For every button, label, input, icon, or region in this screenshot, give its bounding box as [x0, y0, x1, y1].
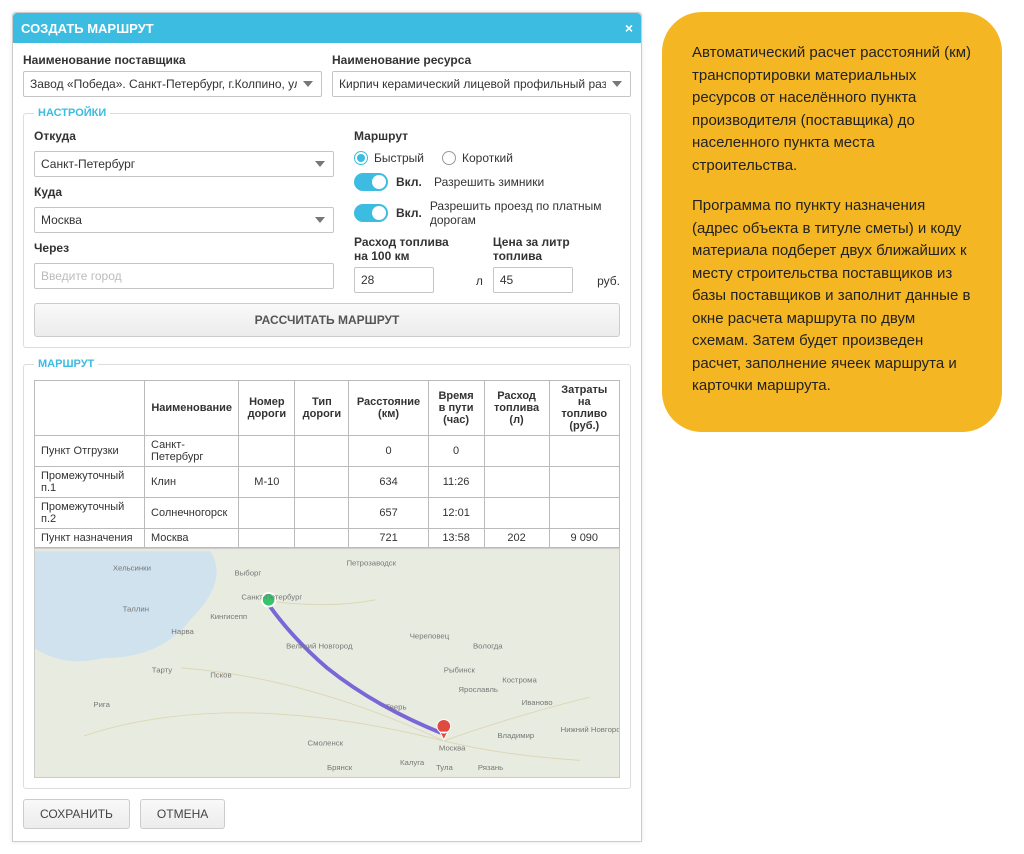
- toggle-winter[interactable]: [354, 173, 388, 191]
- svg-text:Иваново: Иваново: [522, 698, 553, 707]
- create-route-dialog: СОЗДАТЬ МАРШРУТ × Наименование поставщик…: [12, 12, 642, 842]
- svg-text:Великий Новгород: Великий Новгород: [286, 641, 353, 650]
- svg-text:Череповец: Череповец: [410, 632, 450, 641]
- svg-text:Таллин: Таллин: [123, 604, 149, 613]
- toggle-winter-label: Разрешить зимники: [434, 175, 544, 189]
- table-row: Пункт назначения Москва 721 13:58 202 9 …: [35, 529, 620, 548]
- route-legend: МАРШРУТ: [34, 358, 98, 370]
- svg-text:Нарва: Нарва: [171, 627, 194, 636]
- cancel-button[interactable]: ОТМЕНА: [140, 799, 225, 829]
- svg-text:Рига: Рига: [93, 700, 110, 709]
- map-svg: Санкт-Петербург Великий Новгород Нарва Т…: [35, 549, 619, 777]
- calculate-route-button[interactable]: РАССЧИТАТЬ МАРШРУТ: [34, 303, 620, 337]
- svg-text:Псков: Псков: [210, 671, 231, 680]
- svg-text:Петрозаводск: Петрозаводск: [346, 559, 396, 568]
- route-table: Наименование Номер дороги Тип дороги Рас…: [34, 380, 620, 548]
- svg-text:Владимир: Владимир: [497, 731, 534, 740]
- svg-text:Выборг: Выборг: [235, 568, 262, 577]
- fuel-price-label: Цена за литр топлива: [493, 235, 587, 263]
- via-label: Через: [34, 241, 334, 255]
- table-header-row: Наименование Номер дороги Тип дороги Рас…: [35, 381, 620, 436]
- route-section: МАРШРУТ Наименование Номер дороги Тип до…: [23, 358, 631, 789]
- svg-text:Рязань: Рязань: [478, 763, 503, 772]
- resource-select[interactable]: Кирпич керамический лицевой профильный р…: [332, 71, 631, 97]
- radio-dot-icon: [354, 151, 368, 165]
- toggle-toll-label: Разрешить проезд по платным дорогам: [430, 199, 620, 227]
- svg-text:Кострома: Кострома: [502, 675, 537, 684]
- via-input[interactable]: [34, 263, 334, 289]
- svg-text:Рыбинск: Рыбинск: [444, 666, 476, 675]
- fuel-per-100-label: Расход топлива на 100 км: [354, 235, 466, 263]
- settings-section: НАСТРОЙКИ Откуда Санкт-Петербург Куда Мо…: [23, 107, 631, 348]
- fuel-per-100-input[interactable]: [354, 267, 434, 293]
- table-row: Промежуточный п.2 Солнечногорск 657 12:0…: [35, 498, 620, 529]
- to-label: Куда: [34, 185, 334, 199]
- close-icon[interactable]: ×: [625, 20, 633, 36]
- save-button[interactable]: СОХРАНИТЬ: [23, 799, 130, 829]
- svg-text:Кингисепп: Кингисепп: [210, 612, 247, 621]
- svg-text:Ярославль: Ярославль: [458, 685, 498, 694]
- route-map[interactable]: Санкт-Петербург Великий Новгород Нарва Т…: [34, 548, 620, 778]
- from-select[interactable]: Санкт-Петербург: [34, 151, 334, 177]
- from-label: Откуда: [34, 129, 334, 143]
- svg-text:Тверь: Тверь: [385, 703, 406, 712]
- dialog-titlebar: СОЗДАТЬ МАРШРУТ ×: [13, 13, 641, 43]
- svg-text:Тарту: Тарту: [152, 666, 173, 675]
- price-unit: руб.: [597, 274, 620, 293]
- table-row: Пункт Отгрузки Санкт-Петербург 0 0: [35, 436, 620, 467]
- radio-short[interactable]: Короткий: [442, 151, 513, 165]
- table-row: Промежуточный п.1 Клин М-10 634 11:26: [35, 467, 620, 498]
- info-paragraph-1: Автоматический расчет расстояний (км) тр…: [692, 42, 972, 177]
- svg-text:Нижний Новгород: Нижний Новгород: [561, 725, 619, 734]
- dialog-title: СОЗДАТЬ МАРШРУТ: [21, 21, 154, 36]
- supplier-select[interactable]: Завод «Победа». Санкт-Петербург, г.Колпи…: [23, 71, 322, 97]
- info-paragraph-2: Программа по пункту назначения (адрес об…: [692, 195, 972, 398]
- route-type-label: Маршрут: [354, 129, 620, 143]
- resource-label: Наименование ресурса: [332, 53, 631, 67]
- fuel-unit: л: [476, 274, 483, 293]
- toggle-toll[interactable]: [354, 204, 388, 222]
- svg-text:Калуга: Калуга: [400, 758, 425, 767]
- svg-text:Вологда: Вологда: [473, 641, 503, 650]
- dialog-footer: СОХРАНИТЬ ОТМЕНА: [23, 799, 631, 829]
- supplier-label: Наименование поставщика: [23, 53, 322, 67]
- svg-text:Смоленск: Смоленск: [308, 739, 344, 748]
- settings-legend: НАСТРОЙКИ: [34, 107, 110, 119]
- svg-text:Тула: Тула: [436, 763, 454, 772]
- radio-dot-icon: [442, 151, 456, 165]
- radio-fast[interactable]: Быстрый: [354, 151, 424, 165]
- to-select[interactable]: Москва: [34, 207, 334, 233]
- svg-text:Москва: Москва: [439, 744, 466, 753]
- info-card: Автоматический расчет расстояний (км) тр…: [662, 12, 1002, 432]
- svg-text:Хельсинки: Хельсинки: [113, 564, 151, 573]
- fuel-price-input[interactable]: [493, 267, 573, 293]
- svg-text:Брянск: Брянск: [327, 763, 353, 772]
- svg-text:Санкт-Петербург: Санкт-Петербург: [241, 593, 302, 602]
